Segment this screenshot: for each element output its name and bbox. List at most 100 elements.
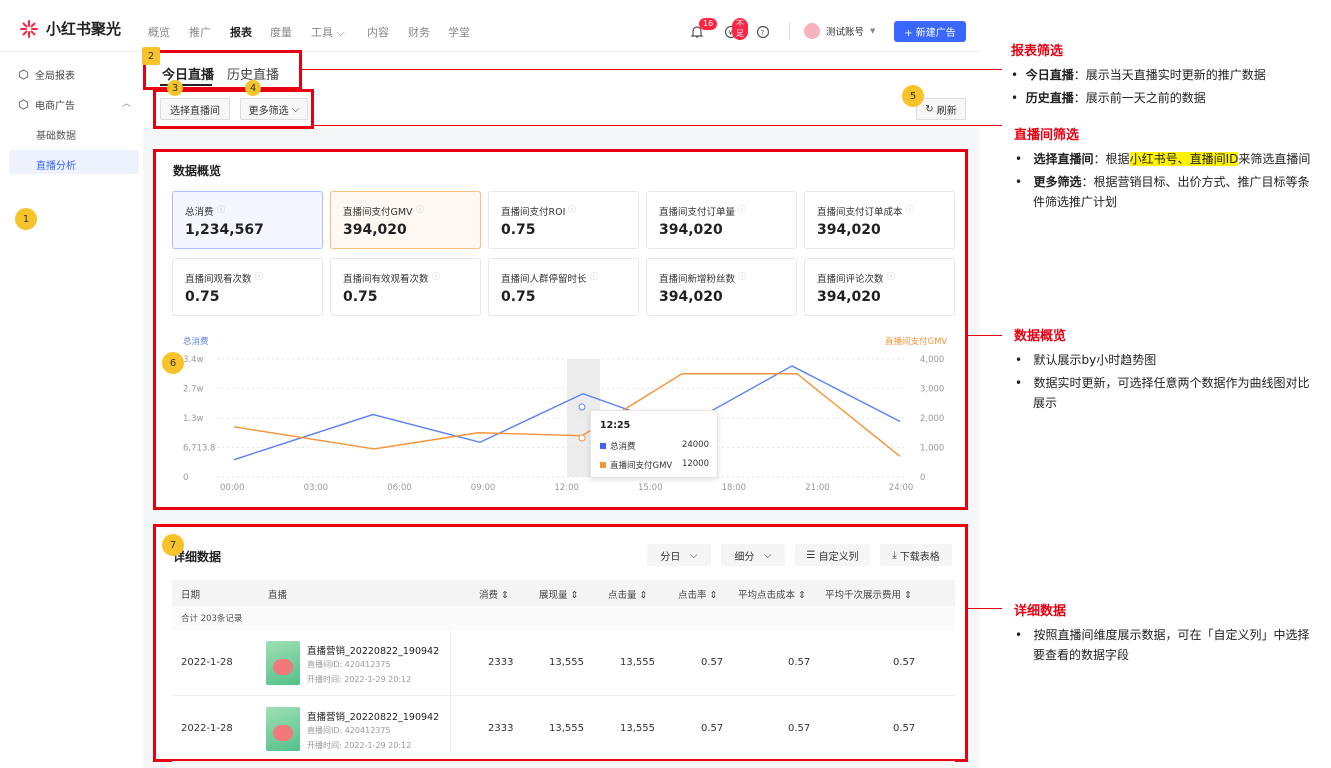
x-tick-label: 06:00 (387, 483, 412, 493)
divider (789, 22, 790, 40)
custom-columns-button[interactable]: ☰ 自定义列 (795, 544, 870, 566)
nav-measure[interactable]: 度量 (270, 24, 292, 40)
tooltip-row-2: 直播间支付GMV (600, 459, 672, 471)
info-icon: ⓘ (255, 272, 263, 281)
metric-label: 直播间人群停留时长 (501, 274, 587, 285)
annotation-text: 来筛选直播间 (1238, 152, 1311, 166)
col-date[interactable]: 日期 (181, 587, 200, 601)
col-cost[interactable]: 消费 ⇕ (479, 587, 509, 601)
metric-value: 394,020 (817, 222, 881, 238)
col-cpm[interactable]: 平均千次展示费用 ⇕ (825, 587, 912, 601)
y-right-tick-label: 4,000 (920, 355, 944, 365)
col-cpc[interactable]: 平均点击成本 ⇕ (738, 587, 806, 601)
metric-card[interactable]: 直播间有效观看次数 ⓘ 0.75 (330, 258, 481, 316)
metric-label: 直播间支付订单成本 (817, 207, 903, 218)
annotation-title: 直播间筛选 (1014, 128, 1080, 143)
x-tick-label: 18:00 (722, 483, 747, 493)
info-icon: ⓘ (416, 205, 424, 214)
sidebar-sub-basic[interactable]: 基础数据 (36, 127, 76, 142)
metric-card[interactable]: 直播间支付ROI ⓘ 0.75 (488, 191, 639, 249)
info-icon: ⓘ (738, 205, 746, 214)
sidebar-item-label: 全局报表 (35, 71, 75, 82)
nav-reports[interactable]: 报表 (230, 24, 252, 40)
metric-card[interactable]: 直播间支付订单成本 ⓘ 394,020 (804, 191, 955, 249)
cell-cpm: 0.57 (893, 657, 916, 668)
svg-text:?: ? (761, 29, 765, 37)
overview-title: 数据概览 (173, 164, 222, 178)
x-tick-label: 24:00 (889, 483, 914, 493)
by-day-select[interactable]: 分日 ⌵ (647, 544, 711, 566)
nav-promotion[interactable]: 推广 (189, 24, 211, 40)
help-icon[interactable]: ? (756, 24, 770, 43)
annotation-bold: 历史直播 (1025, 91, 1074, 105)
metric-card[interactable]: 直播间评论次数 ⓘ 394,020 (804, 258, 955, 316)
metric-label: 直播间支付订单量 (659, 207, 736, 218)
metric-value: 0.75 (501, 222, 536, 238)
legend-swatch-blue (600, 443, 606, 449)
annotation-text: 按照直播间维度展示数据，可在「自定义列」中选择要查看的数据字段 (1033, 628, 1310, 662)
cell-cpm: 0.57 (893, 723, 916, 734)
col-live[interactable]: 直播 (268, 587, 287, 601)
chevron-up-icon[interactable]: ︿ (122, 96, 131, 109)
breakdown-label: 细分 (734, 551, 755, 563)
connector-line (968, 335, 1002, 336)
download-button[interactable]: ⤓ 下载表格 (880, 544, 952, 566)
wallet-icon[interactable]: ¥ 不足 (724, 18, 748, 40)
tooltip-row-name: 直播间支付GMV (610, 461, 673, 471)
brand[interactable]: 小红书聚光 (20, 18, 121, 39)
y-right-tick-label: 1,000 (920, 444, 944, 454)
col-ctr[interactable]: 点击率 ⇕ (678, 587, 717, 601)
trend-chart[interactable]: 3.4w 4,000 2.7w 3,000 1.3w 2,000 6,713.8 1,000 0… (160, 332, 955, 497)
breakdown-select[interactable]: 细分 ⌵ (721, 544, 785, 566)
cell-imp: 13,555 (549, 723, 584, 734)
metric-card[interactable]: 直播间支付GMV ⓘ 394,020 (330, 191, 481, 249)
metric-card[interactable]: 直播间支付订单量 ⓘ 394,020 (646, 191, 797, 249)
annotation-item: • 默认展示by小时趋势图 (1015, 353, 1157, 367)
col-clicks[interactable]: 点击量 ⇕ (608, 587, 647, 601)
sidebar-item-ecommerce[interactable]: 电商广告 (18, 97, 75, 112)
annotation-bold: 今日直播 (1025, 68, 1074, 82)
metric-label: 总消费 (185, 207, 214, 218)
live-cover-thumbnail (266, 707, 300, 751)
connector-line (314, 125, 1002, 126)
live-name[interactable]: 直播营销_20220822_190942 (307, 709, 439, 723)
bell-icon[interactable]: 16 (690, 18, 718, 40)
cell-cost: 2333 (488, 657, 514, 668)
metric-card[interactable]: 直播间观看次数 ⓘ 0.75 (172, 258, 323, 316)
metric-value: 1,234,567 (185, 222, 264, 238)
chevron-down-icon: ⌵ (336, 26, 345, 39)
x-tick-label: 09:00 (471, 483, 496, 493)
nav-finance[interactable]: 财务 (408, 24, 430, 40)
chevron-down-icon: ⌵ (763, 549, 772, 561)
nav-tools[interactable]: 工具 ⌵ (311, 24, 345, 40)
y-left-axis-title: 总消费 (183, 336, 209, 347)
metric-value: 0.75 (501, 289, 536, 305)
y-right-tick-label: 0 (920, 473, 925, 483)
cell-cost: 2333 (488, 723, 514, 734)
info-icon: ⓘ (906, 205, 914, 214)
col-impressions[interactable]: 展现量 ⇕ (539, 587, 578, 601)
row-date: 2022-1-28 (181, 657, 233, 668)
info-icon: ⓘ (217, 205, 225, 214)
metric-card[interactable]: 直播间新增粉丝数 ⓘ 394,020 (646, 258, 797, 316)
x-tick-label: 00:00 (220, 483, 245, 493)
sidebar-item-global-report[interactable]: 全局报表 (18, 67, 75, 82)
refresh-icon: ↻ (925, 103, 934, 115)
metric-card[interactable]: 直播间人群停留时长 ⓘ 0.75 (488, 258, 639, 316)
sidebar-sub-live[interactable]: 直播分析 (36, 157, 76, 172)
x-tick-label: 21:00 (805, 483, 830, 493)
nav-academy[interactable]: 学堂 (448, 24, 470, 40)
x-tick-label: 12:00 (554, 483, 579, 493)
new-ad-button[interactable]: + 新建广告 (894, 21, 966, 42)
notification-count: 16 (699, 18, 718, 30)
annotation-item: • 选择直播间：根据小红书号、直播间ID来筛选直播间 (1015, 152, 1311, 166)
marker-5: 5 (902, 85, 924, 107)
live-name[interactable]: 直播营销_20220822_190942 (307, 643, 439, 657)
refresh-button[interactable]: ↻ 刷新 (916, 98, 966, 120)
account-menu[interactable]: 测试账号 ▼ (804, 23, 875, 39)
metric-card[interactable]: 总消费 ⓘ 1,234,567 (172, 191, 323, 249)
metric-label: 直播间观看次数 (185, 274, 252, 285)
nav-overview[interactable]: 概览 (148, 24, 170, 40)
nav-content[interactable]: 内容 (367, 24, 389, 40)
annotation-text: ：根据 (1093, 152, 1130, 166)
